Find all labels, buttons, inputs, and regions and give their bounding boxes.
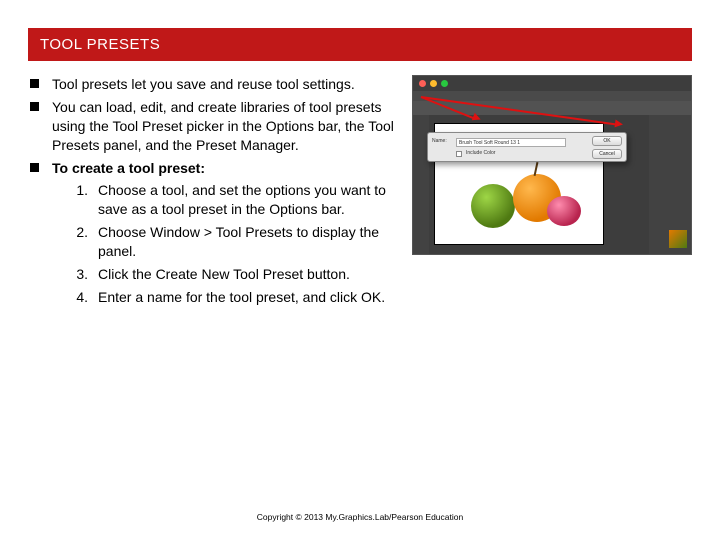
- bullet-text: Tool presets let you save and reuse tool…: [52, 76, 355, 92]
- slide: TOOL PRESETS Tool presets let you save a…: [0, 0, 720, 540]
- arrow-head-icon: [614, 119, 623, 128]
- fruit-graphic: [547, 196, 581, 226]
- step-number: 1.: [72, 181, 88, 219]
- bullet-item: You can load, edit, and create libraries…: [28, 98, 394, 155]
- copyright-text: Copyright © 2013 My.Graphics.Lab/Pearson…: [257, 512, 463, 522]
- bullet-item: Tool presets let you save and reuse tool…: [28, 75, 394, 94]
- include-color-checkbox[interactable]: [456, 151, 462, 157]
- window-traffic-lights: [419, 80, 448, 87]
- menu-bar: [413, 91, 691, 101]
- list-item: 3. Click the Create New Tool Preset butto…: [52, 265, 394, 284]
- cancel-button[interactable]: Cancel: [592, 149, 622, 159]
- bullet-text: To create a tool preset:: [52, 160, 205, 176]
- step-text: Click the Create New Tool Preset button.: [98, 265, 350, 284]
- step-number: 2.: [72, 223, 88, 261]
- bullet-text: You can load, edit, and create libraries…: [52, 99, 394, 153]
- image-column: Name: Brush Tool Soft Round 13 1 Include…: [412, 75, 692, 311]
- step-text: Enter a name for the tool preset, and cl…: [98, 288, 385, 307]
- name-field[interactable]: Brush Tool Soft Round 13 1: [456, 138, 566, 147]
- bullet-item: To create a tool preset: 1. Choose a tool…: [28, 159, 394, 307]
- list-item: 4. Enter a name for the tool preset, and …: [52, 288, 394, 307]
- arrow-head-icon: [472, 113, 482, 123]
- fruit-graphic: [471, 184, 515, 228]
- name-label: Name:: [432, 138, 447, 144]
- content-row: Tool presets let you save and reuse tool…: [28, 75, 692, 311]
- list-item: 2. Choose Window > Tool Presets to displa…: [52, 223, 394, 261]
- text-column: Tool presets let you save and reuse tool…: [28, 75, 394, 311]
- ok-button[interactable]: OK: [592, 136, 622, 146]
- step-text: Choose Window > Tool Presets to display …: [98, 223, 394, 261]
- slide-title: TOOL PRESETS: [40, 36, 160, 53]
- step-number: 3.: [72, 265, 88, 284]
- photoshop-screenshot: Name: Brush Tool Soft Round 13 1 Include…: [412, 75, 692, 255]
- title-bar: TOOL PRESETS: [28, 28, 692, 61]
- right-panels: [649, 115, 691, 254]
- close-icon: [419, 80, 426, 87]
- minimize-icon: [430, 80, 437, 87]
- zoom-icon: [441, 80, 448, 87]
- new-tool-preset-dialog: Name: Brush Tool Soft Round 13 1 Include…: [427, 132, 627, 162]
- thumbnail: [669, 230, 687, 248]
- list-item: 1. Choose a tool, and set the options you…: [52, 181, 394, 219]
- numbered-list: 1. Choose a tool, and set the options you…: [52, 181, 394, 306]
- include-color-label: Include Color: [466, 150, 495, 156]
- step-text: Choose a tool, and set the options you w…: [98, 181, 394, 219]
- options-bar: [413, 101, 691, 115]
- step-number: 4.: [72, 288, 88, 307]
- copyright-footer: Copyright © 2013 My.Graphics.Lab/Pearson…: [0, 512, 720, 522]
- bullet-list: Tool presets let you save and reuse tool…: [28, 75, 394, 307]
